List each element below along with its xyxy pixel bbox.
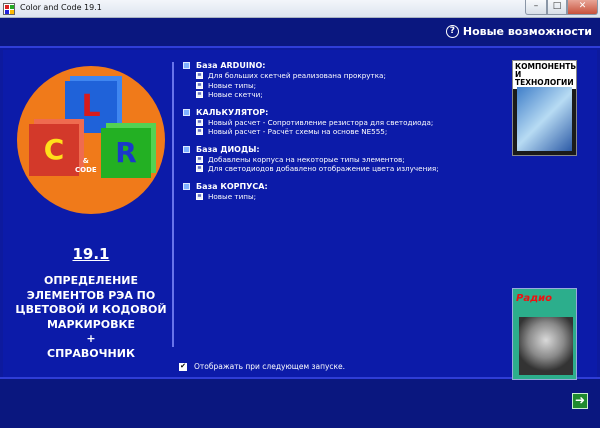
description-line: ОПРЕДЕЛЕНИЕ	[43, 274, 139, 287]
section-header: База ARDUINO:	[183, 60, 503, 71]
section-title: КАЛЬКУЛЯТОР:	[196, 107, 269, 117]
list-item: ≡ Новый расчет - Расчёт схемы на основе N…	[183, 127, 503, 137]
list-item-text: Новые типы;	[208, 80, 257, 90]
logo-amp: &	[82, 157, 89, 165]
title-bar: Color and Code 19.1 – □ ✕	[0, 0, 600, 18]
document-icon: ≡	[196, 91, 203, 99]
logo-cube-r: R	[101, 128, 151, 178]
section-bullet-icon	[183, 145, 190, 153]
section-header: База КОРПУСА:	[183, 181, 503, 192]
section-header: КАЛЬКУЛЯТОР:	[183, 107, 503, 118]
version-number: 19.1	[72, 245, 110, 263]
logo-cube-c: C	[29, 124, 79, 176]
list-item-text: Для светодиодов добавлено отображение цв…	[208, 164, 439, 174]
document-icon: ≡	[196, 165, 203, 173]
news-section-arduino: База ARDUINO: ≡ Для больших скетчей реали…	[183, 60, 503, 100]
magazine-cover-image	[517, 87, 572, 151]
news-section-packages: База КОРПУСА: ≡ Новые типы;	[183, 181, 503, 202]
vertical-divider	[172, 62, 174, 347]
description-line: +	[86, 332, 96, 345]
list-item: ≡ Для светодиодов добавлено отображение ц…	[183, 164, 503, 174]
magazine-cover-image	[519, 317, 573, 375]
section-bullet-icon	[183, 62, 190, 69]
window-title: Color and Code 19.1	[20, 3, 102, 12]
document-icon: ≡	[196, 72, 203, 80]
list-item-text: Добавлены корпуса на некоторые типы элем…	[208, 154, 405, 164]
magazine-title: КОМПОНЕНТЫ И ТЕХНОЛОГИИ	[513, 61, 576, 89]
help-icon: ?	[445, 25, 459, 38]
whats-new-link[interactable]: ? Новые возможности	[445, 25, 592, 38]
show-on-startup-label: Отображать при следующем запуске.	[194, 362, 346, 371]
product-description: ОПРЕДЕЛЕНИЕ ЭЛЕМЕНТОВ РЭА ПО ЦВЕТОВОЙ И …	[0, 274, 182, 361]
show-on-startup-option[interactable]: ✔ Отображать при следующем запуске.	[179, 362, 345, 371]
section-bullet-icon	[183, 108, 190, 116]
list-item: ≡ Новые скетчи;	[183, 90, 503, 100]
maximize-button[interactable]: □	[547, 0, 567, 15]
magazine-title-line: КОМПОНЕНТЫ	[515, 62, 577, 71]
logo-code: CODE	[75, 166, 97, 174]
list-item: ≡ Добавлены корпуса на некоторые типы эле…	[183, 155, 503, 165]
list-item-text: Новый расчет - Сопротивление резистора д…	[208, 117, 434, 127]
show-on-startup-checkbox[interactable]: ✔	[179, 362, 187, 371]
description-line: ЦВЕТОВОЙ И КОДОВОЙ	[15, 303, 167, 316]
news-section-diodes: База ДИОДЫ: ≡ Добавлены корпуса на некото…	[183, 144, 503, 174]
document-icon: ≡	[196, 128, 203, 136]
magazine-title-line: И ТЕХНОЛОГИИ	[515, 70, 574, 87]
description-line: ЭЛЕМЕНТОВ РЭА ПО	[26, 288, 156, 302]
document-icon: ≡	[196, 155, 203, 163]
list-item: ≡ Новые типы;	[183, 81, 503, 91]
magazine-radio[interactable]: Радио	[512, 288, 577, 380]
description-line: МАРКИРОВКЕ	[46, 317, 136, 331]
whats-new-label: Новые возможности	[462, 25, 592, 38]
app-icon	[3, 3, 15, 15]
document-icon: ≡	[196, 118, 203, 126]
lcr-logo: L C R & CODE	[17, 66, 165, 214]
logo-code-text: & CODE	[75, 157, 97, 175]
close-button[interactable]: ✕	[567, 0, 598, 15]
next-arrow-button[interactable]: ➜	[572, 393, 588, 409]
magazine-title: Радио	[516, 293, 553, 304]
footer-bar: ➜	[0, 377, 600, 428]
section-title: База ДИОДЫ:	[196, 144, 260, 154]
section-bullet-icon	[183, 182, 190, 190]
magazine-components-technologies[interactable]: КОМПОНЕНТЫ И ТЕХНОЛОГИИ	[512, 60, 577, 156]
section-title: База КОРПУСА:	[196, 181, 268, 191]
list-item: ≡ Новые типы;	[183, 192, 503, 202]
document-icon: ≡	[196, 81, 203, 89]
news-section-calculator: КАЛЬКУЛЯТОР: ≡ Новый расчет - Сопротивлен…	[183, 107, 503, 137]
list-item-text: Для больших скетчей реализована прокрутк…	[208, 71, 386, 81]
header-bar: ? Новые возможности	[0, 18, 600, 48]
list-item: ≡ Новый расчет - Сопротивление резистора …	[183, 118, 503, 128]
whats-new-list: База ARDUINO: ≡ Для больших скетчей реали…	[183, 60, 503, 208]
list-item-text: Новые скетчи;	[208, 90, 263, 100]
document-icon: ≡	[196, 192, 203, 200]
list-item: ≡ Для больших скетчей реализована прокрут…	[183, 71, 503, 81]
list-item-text: Новые типы;	[208, 191, 257, 201]
minimize-button[interactable]: –	[525, 0, 547, 15]
section-title: База ARDUINO:	[196, 61, 266, 70]
list-item-text: Новый расчет - Расчёт схемы на основе NE…	[208, 127, 388, 137]
section-header: База ДИОДЫ:	[183, 144, 503, 155]
description-line: СПРАВОЧНИК	[47, 346, 135, 360]
